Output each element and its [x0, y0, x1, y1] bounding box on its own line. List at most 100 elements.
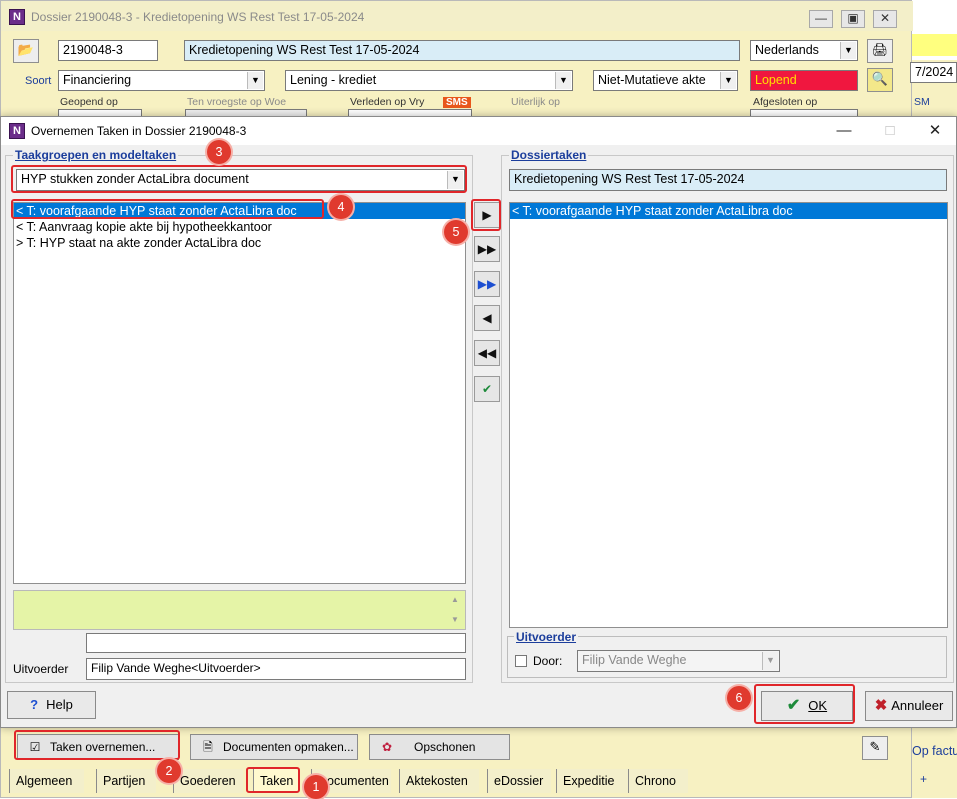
- minimize-icon[interactable]: —: [809, 10, 833, 28]
- help-label: Help: [46, 697, 73, 712]
- dialog-titlebar: N Overnemen Taken in Dossier 2190048-3 —…: [1, 117, 956, 145]
- dossier-tasks-list[interactable]: < T: voorafgaande HYP staat zonder ActaL…: [509, 202, 948, 628]
- language-select[interactable]: Nederlands ▼: [750, 40, 858, 61]
- cancel-x-icon: ✖: [874, 697, 888, 714]
- edit-icon[interactable]: ✎: [862, 736, 888, 760]
- task-description-memo[interactable]: ▲ ▼: [13, 590, 466, 630]
- soort-select[interactable]: Financiering ▼: [58, 70, 265, 91]
- geopend-op-label: Geopend op: [60, 96, 118, 108]
- annuleer-label: Annuleer: [891, 698, 944, 713]
- documenten-opmaken-button[interactable]: 🗎 Documenten opmaken...: [190, 734, 358, 760]
- verleden-op-label: Verleden op Vry: [350, 96, 425, 108]
- akte-type-select[interactable]: Niet-Mutatieve akte ▼: [593, 70, 738, 91]
- document-icon: 🗎: [203, 740, 213, 754]
- main-titlebar: N Dossier 2190048-3 - Kredietopening WS …: [1, 1, 913, 31]
- side-sm-label: SM: [914, 96, 930, 108]
- opschonen-label: Opschonen: [414, 740, 476, 754]
- help-icon: ?: [30, 697, 39, 712]
- search-icon[interactable]: 🔍: [867, 68, 893, 92]
- highlight-taken-overnemen: [14, 730, 180, 760]
- scroll-down-icon[interactable]: ▼: [447, 615, 463, 624]
- sms-badge: SMS: [443, 97, 471, 108]
- dossiertaken-title: Dossiertaken: [509, 148, 589, 162]
- status-badge: Lopend: [750, 70, 858, 91]
- subtype-select[interactable]: Lening - krediet ▼: [285, 70, 573, 91]
- callout-2: 2: [157, 759, 181, 783]
- door-checkbox[interactable]: [515, 655, 527, 667]
- soort-value: Financiering: [63, 73, 132, 87]
- highlight-ok-button: [754, 684, 855, 724]
- language-value: Nederlands: [755, 43, 819, 57]
- help-button[interactable]: ? Help: [7, 691, 96, 719]
- scroll-up-icon[interactable]: ▲: [447, 595, 463, 604]
- uitvoerder-group-title-text: Uitvoerder: [516, 630, 577, 644]
- callout-3: 3: [207, 140, 231, 164]
- tab-goederen[interactable]: Goederen: [173, 769, 243, 793]
- soort-label: Soort: [25, 75, 52, 87]
- move-all-right-icon[interactable]: ▶▶: [474, 236, 500, 262]
- cleanup-icon: ✿: [381, 740, 393, 754]
- highlight-first-model-task: [11, 199, 324, 219]
- tab-chrono[interactable]: Chrono: [628, 769, 688, 793]
- callout-5: 5: [444, 220, 468, 244]
- dossier-number-field[interactable]: 2190048-3: [58, 40, 158, 61]
- afgesloten-op-label: Afgesloten op: [753, 96, 818, 108]
- dialog-title: Overnemen Taken in Dossier 2190048-3: [31, 124, 247, 138]
- door-label: Door:: [533, 654, 563, 668]
- callout-6: 6: [727, 686, 751, 710]
- opschonen-button[interactable]: ✿ Opschonen: [369, 734, 510, 760]
- highlight-tab-taken: [246, 767, 300, 793]
- printer-icon[interactable]: 🖨: [867, 39, 893, 63]
- move-left-icon[interactable]: ◀: [474, 305, 500, 331]
- close-icon[interactable]: ✕: [873, 10, 897, 28]
- model-tasks-list[interactable]: < T: voorafgaande HYP staat zonder ActaL…: [13, 202, 466, 584]
- app-logo-icon: N: [9, 123, 25, 139]
- subtype-value: Lening - krediet: [290, 73, 377, 87]
- chevron-down-icon[interactable]: ▼: [720, 72, 736, 89]
- close-icon[interactable]: ✕: [920, 121, 950, 141]
- chevron-down-icon[interactable]: ▼: [762, 652, 778, 670]
- main-window-title: Dossier 2190048-3 - Kredietopening WS Re…: [31, 10, 365, 24]
- move-all-left-icon[interactable]: ◀◀: [474, 340, 500, 366]
- annuleer-button[interactable]: ✖ Annuleer: [865, 691, 953, 721]
- door-select[interactable]: Filip Vande Weghe ▼: [577, 650, 780, 672]
- maximize-icon: □: [885, 122, 895, 139]
- dossier-description-field[interactable]: Kredietopening WS Rest Test 17-05-2024: [184, 40, 740, 61]
- chevron-down-icon[interactable]: ▼: [555, 72, 571, 89]
- tab-expeditie[interactable]: Expeditie: [556, 769, 630, 793]
- uiterlijk-op-label: Uiterlijk op: [511, 96, 561, 108]
- minimize-icon[interactable]: —: [829, 121, 859, 141]
- list-item[interactable]: > T: HYP staat na akte zonder ActaLibra …: [14, 235, 465, 251]
- side-date-field[interactable]: 7/2024: [910, 62, 957, 83]
- open-folder-icon[interactable]: 📂: [13, 39, 39, 63]
- clipboard-check-icon[interactable]: ✔: [474, 376, 500, 402]
- list-item[interactable]: < T: voorafgaande HYP staat zonder ActaL…: [510, 203, 947, 219]
- tab-edossier[interactable]: eDossier: [487, 769, 551, 793]
- tab-algemeen[interactable]: Algemeen: [9, 769, 84, 793]
- dossier-name-field: Kredietopening WS Rest Test 17-05-2024: [509, 169, 947, 191]
- door-value: Filip Vande Weghe: [582, 653, 687, 667]
- move-group-right-icon[interactable]: ▶▶: [474, 271, 500, 297]
- documenten-opmaken-label: Documenten opmaken...: [223, 740, 354, 754]
- callout-1: 1: [304, 775, 328, 799]
- op-factuur-label: Op factu: [912, 744, 957, 758]
- ten-vroegste-label: Ten vroegste op Woe: [187, 96, 287, 108]
- uitvoerder-field[interactable]: Filip Vande Weghe<Uitvoerder>: [86, 658, 466, 680]
- restore-icon[interactable]: ▣: [841, 10, 865, 28]
- list-item[interactable]: < T: Aanvraag kopie akte bij hypotheekka…: [14, 219, 465, 235]
- highlight-move-right: [471, 199, 501, 231]
- callout-4: 4: [329, 195, 353, 219]
- extra-info-field[interactable]: [86, 633, 466, 653]
- akte-type-value: Niet-Mutatieve akte: [598, 73, 706, 87]
- uitvoerder-group-title: Uitvoerder: [514, 630, 579, 644]
- app-logo-icon: N: [9, 9, 25, 25]
- side-plus-label: +: [920, 772, 928, 786]
- uitvoerder-label: Uitvoerder: [13, 662, 69, 676]
- highlight-taakgroep-select: [11, 165, 467, 193]
- tab-partijen[interactable]: Partijen: [96, 769, 156, 793]
- chevron-down-icon[interactable]: ▼: [247, 72, 263, 89]
- side-window-strip: [912, 34, 957, 56]
- chevron-down-icon[interactable]: ▼: [840, 42, 856, 59]
- taakgroepen-title: Taakgroepen en modeltaken: [13, 148, 179, 162]
- tab-aktekosten[interactable]: Aktekosten: [399, 769, 479, 793]
